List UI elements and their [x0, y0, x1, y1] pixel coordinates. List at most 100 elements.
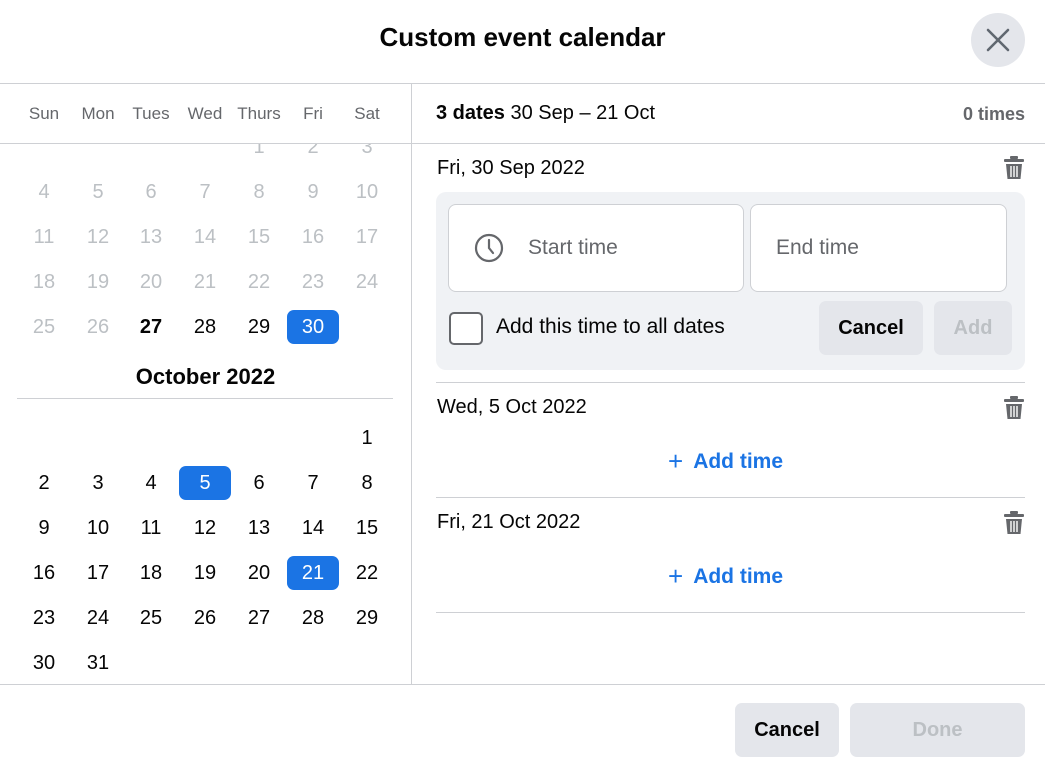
sep-day-25[interactable]: 25 — [18, 310, 70, 344]
oct-day-12[interactable]: 12 — [179, 511, 231, 545]
divider — [436, 497, 1025, 498]
add-time-label: Add time — [693, 564, 784, 588]
calendar-scroll[interactable]: October 2022 1 2 3 4 5 6 7 8 9 10 11 12 13 14 15 16 17 18… — [0, 144, 411, 684]
close-icon — [986, 28, 1010, 52]
close-button[interactable] — [971, 13, 1025, 67]
sep-day-4[interactable]: 4 — [18, 175, 70, 209]
sep-day-18[interactable]: 18 — [18, 265, 70, 299]
weekday-label: Wed — [187, 104, 223, 123]
time-editor: Start time End time Add this time to all… — [436, 192, 1025, 370]
oct-day-10[interactable]: 10 — [72, 511, 124, 545]
oct-day-6[interactable]: 6 — [233, 466, 285, 500]
sep-day-1[interactable]: 1 — [233, 144, 285, 164]
oct-day-13[interactable]: 13 — [233, 511, 285, 545]
oct-day-3[interactable]: 3 — [72, 466, 124, 500]
done-button[interactable]: Done — [850, 703, 1025, 757]
sep-day-16[interactable]: 16 — [287, 220, 339, 254]
sep-day-12[interactable]: 12 — [72, 220, 124, 254]
divider — [0, 83, 1045, 84]
month-title: October 2022 — [135, 364, 276, 389]
sep-day-11[interactable]: 11 — [18, 220, 70, 254]
sep-day-30[interactable]: 30 — [287, 310, 339, 344]
sep-day-9[interactable]: 9 — [287, 175, 339, 209]
sep-day-22[interactable]: 22 — [233, 265, 285, 299]
oct-day-24[interactable]: 24 — [72, 601, 124, 635]
date-label: Fri, 21 Oct 2022 — [437, 511, 581, 533]
oct-day-28[interactable]: 28 — [287, 601, 339, 635]
add-time-button[interactable]: + Add time — [668, 561, 783, 592]
editor-add-button[interactable]: Add — [934, 301, 1012, 355]
start-time-placeholder: Start time — [528, 236, 618, 259]
oct-day-7[interactable]: 7 — [287, 466, 339, 500]
sep-day-26[interactable]: 26 — [72, 310, 124, 344]
sep-day-17[interactable]: 17 — [341, 220, 393, 254]
trash-icon[interactable] — [1003, 156, 1025, 180]
divider — [412, 143, 1045, 144]
sep-day-15[interactable]: 15 — [233, 220, 285, 254]
sep-day-8[interactable]: 8 — [233, 175, 285, 209]
weekday-label: Tues — [132, 104, 170, 123]
trash-icon[interactable] — [1003, 511, 1025, 535]
sep-day-10[interactable]: 10 — [341, 175, 393, 209]
end-time-input[interactable]: End time — [750, 204, 1007, 292]
sep-day-13[interactable]: 13 — [125, 220, 177, 254]
oct-day-14[interactable]: 14 — [287, 511, 339, 545]
date-range: 30 Sep – 21 Oct — [510, 102, 656, 124]
weekday-label: Fri — [303, 104, 323, 123]
oct-day-21[interactable]: 21 — [287, 556, 339, 590]
oct-day-20[interactable]: 20 — [233, 556, 285, 590]
oct-day-18[interactable]: 18 — [125, 556, 177, 590]
divider — [436, 382, 1025, 383]
clock-icon — [474, 233, 504, 263]
date-count: 3 dates — [436, 102, 505, 124]
oct-day-8[interactable]: 8 — [341, 466, 393, 500]
oct-day-19[interactable]: 19 — [179, 556, 231, 590]
weekday-label: Mon — [81, 104, 115, 123]
sep-day-5[interactable]: 5 — [72, 175, 124, 209]
checkbox-label[interactable]: Add this time to all dates — [496, 315, 725, 339]
oct-day-11[interactable]: 11 — [125, 511, 177, 545]
sep-day-29[interactable]: 29 — [233, 310, 285, 344]
sep-day-24[interactable]: 24 — [341, 265, 393, 299]
oct-day-15[interactable]: 15 — [341, 511, 393, 545]
oct-day-30[interactable]: 30 — [18, 646, 70, 680]
oct-day-26[interactable]: 26 — [179, 601, 231, 635]
oct-day-16[interactable]: 16 — [18, 556, 70, 590]
oct-day-29[interactable]: 29 — [341, 601, 393, 635]
sep-day-2[interactable]: 2 — [287, 144, 339, 164]
sep-day-28[interactable]: 28 — [179, 310, 231, 344]
sep-day-7[interactable]: 7 — [179, 175, 231, 209]
oct-day-2[interactable]: 2 — [18, 466, 70, 500]
sep-day-21[interactable]: 21 — [179, 265, 231, 299]
editor-cancel-button[interactable]: Cancel — [819, 301, 923, 355]
divider — [436, 612, 1025, 613]
oct-day-5[interactable]: 5 — [179, 466, 231, 500]
plus-icon: + — [668, 446, 684, 476]
sep-day-27[interactable]: 27 — [125, 310, 177, 344]
oct-day-23[interactable]: 23 — [18, 601, 70, 635]
oct-day-31[interactable]: 31 — [72, 646, 124, 680]
sep-day-19[interactable]: 19 — [72, 265, 124, 299]
cancel-button[interactable]: Cancel — [735, 703, 839, 757]
start-time-input[interactable]: Start time — [448, 204, 744, 292]
sep-day-3[interactable]: 3 — [341, 144, 393, 164]
oct-day-9[interactable]: 9 — [18, 511, 70, 545]
sep-day-20[interactable]: 20 — [125, 265, 177, 299]
oct-day-17[interactable]: 17 — [72, 556, 124, 590]
sep-day-23[interactable]: 23 — [287, 265, 339, 299]
divider — [411, 84, 412, 685]
oct-day-27[interactable]: 27 — [233, 601, 285, 635]
date-label: Wed, 5 Oct 2022 — [437, 396, 587, 418]
add-to-all-checkbox[interactable] — [449, 312, 483, 345]
add-time-button[interactable]: + Add time — [668, 446, 783, 477]
oct-day-22[interactable]: 22 — [341, 556, 393, 590]
trash-icon[interactable] — [1003, 396, 1025, 420]
sep-day-6[interactable]: 6 — [125, 175, 177, 209]
end-time-placeholder: End time — [776, 236, 859, 259]
oct-day-1[interactable]: 1 — [341, 421, 393, 455]
date-label: Fri, 30 Sep 2022 — [437, 157, 585, 179]
oct-day-25[interactable]: 25 — [125, 601, 177, 635]
weekday-label: Thurs — [237, 104, 281, 123]
sep-day-14[interactable]: 14 — [179, 220, 231, 254]
oct-day-4[interactable]: 4 — [125, 466, 177, 500]
